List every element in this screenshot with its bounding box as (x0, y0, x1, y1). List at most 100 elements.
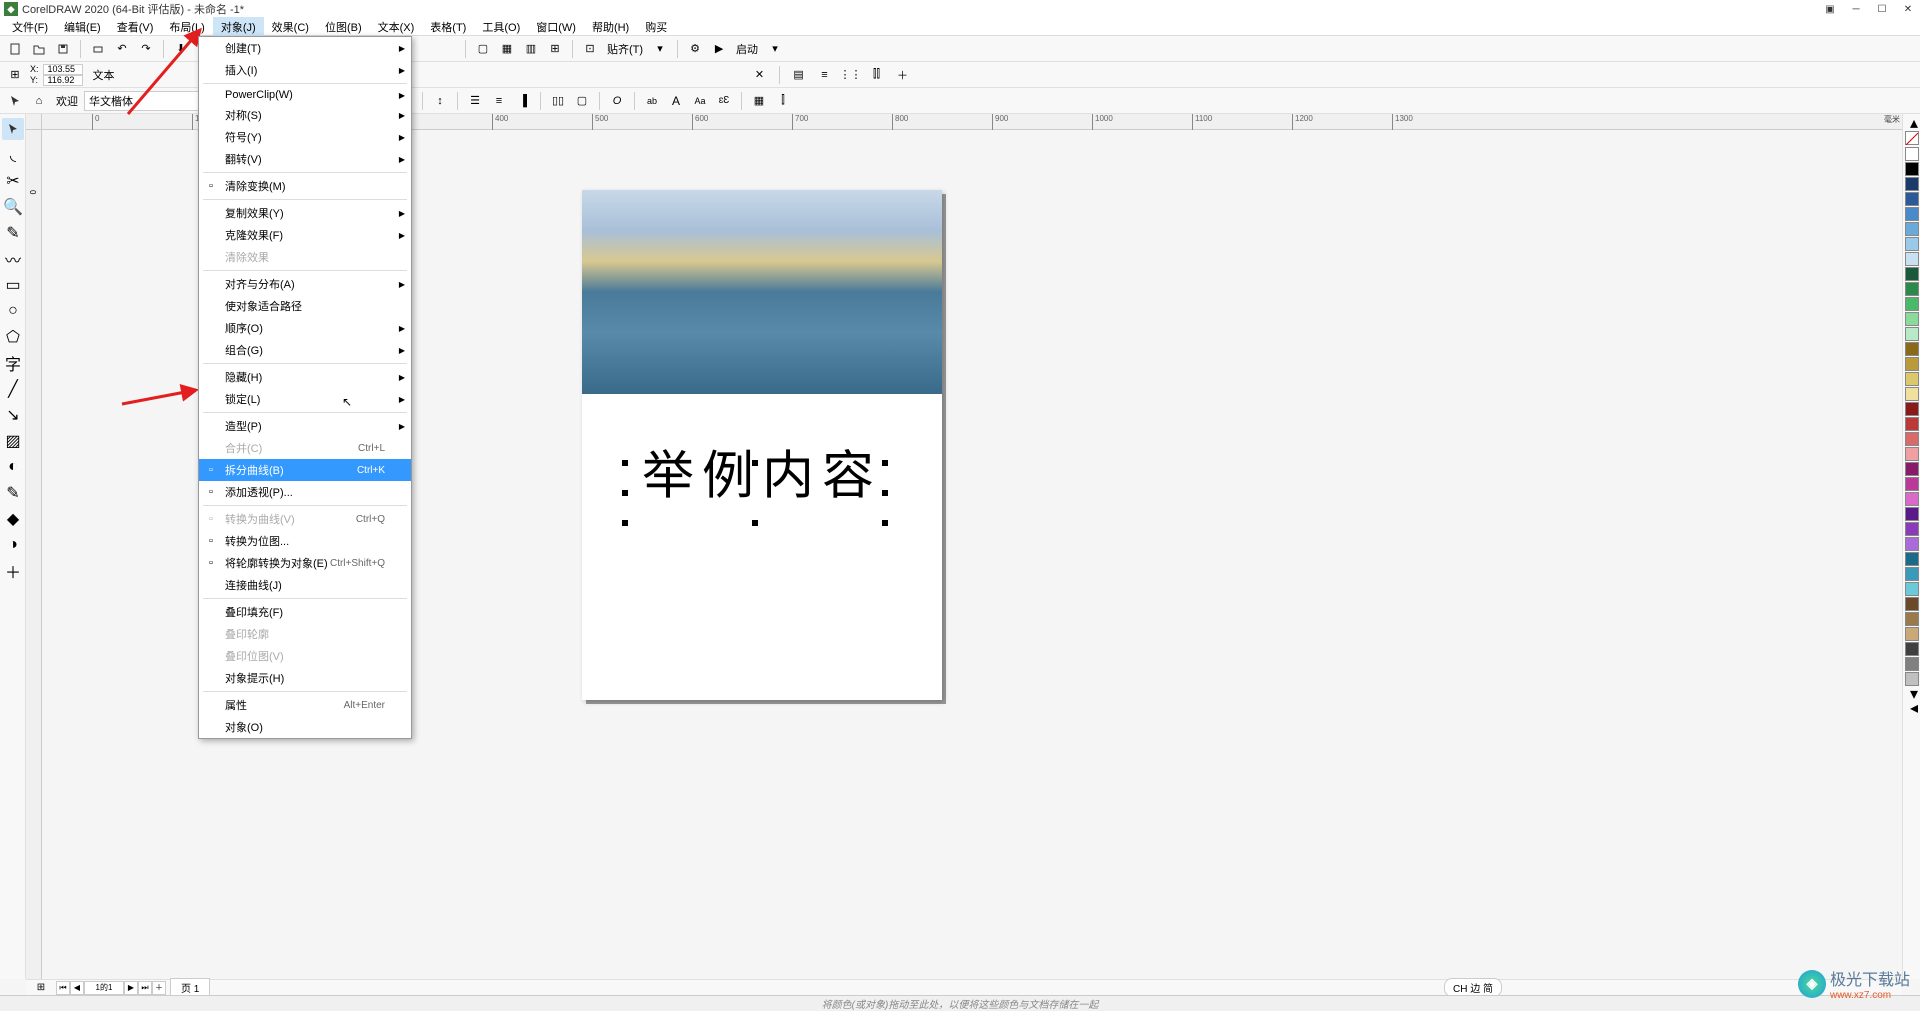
selection-handle[interactable] (882, 490, 888, 496)
menu-item-l[interactable]: 锁定(L)▶ (199, 388, 411, 410)
menu-item-y[interactable]: 复制效果(Y)▶ (199, 202, 411, 224)
open-button[interactable] (28, 38, 50, 60)
add-page-button[interactable]: ＋ (152, 981, 166, 995)
bullet-list-icon[interactable]: ☰ (464, 90, 486, 112)
prev-page-button[interactable]: ◀ (70, 981, 84, 995)
crop-tool[interactable]: ✂ (2, 170, 24, 192)
color-swatch[interactable] (1905, 567, 1919, 581)
menu-item-i[interactable]: 插入(I)▶ (199, 59, 411, 81)
color-swatch[interactable] (1905, 282, 1919, 296)
color-swatch[interactable] (1905, 642, 1919, 656)
color-swatch[interactable] (1905, 267, 1919, 281)
print-button[interactable] (87, 38, 109, 60)
freehand-tool[interactable]: ✎ (2, 222, 24, 244)
menu-item-p[interactable]: 造型(P)▶ (199, 415, 411, 437)
snap-button[interactable]: ⊞ (544, 38, 566, 60)
menu-help[interactable]: 帮助(H) (584, 17, 637, 37)
color-swatch[interactable] (1905, 537, 1919, 551)
color-swatch[interactable] (1905, 312, 1919, 326)
snap-dropdown[interactable]: 贴齐(T) (603, 41, 647, 57)
numbered-list-icon[interactable]: ≡ (488, 90, 510, 112)
smart-fill-tool[interactable]: ◑ (2, 534, 24, 556)
color-swatch[interactable] (1905, 297, 1919, 311)
color-swatch[interactable] (1905, 387, 1919, 401)
menu-item-a[interactable]: 对齐与分布(A)▶ (199, 273, 411, 295)
color-swatch[interactable] (1905, 192, 1919, 206)
parallel-dimension-tool[interactable]: ╱ (2, 378, 24, 400)
vertical-ruler[interactable]: 0 (26, 130, 42, 979)
sample-text-object[interactable]: 举例内容 (642, 433, 882, 508)
menu-item-j[interactable]: 连接曲线(J) (199, 574, 411, 596)
color-swatch[interactable] (1905, 597, 1919, 611)
launch-icon[interactable]: ▶ (708, 38, 730, 60)
vertical-text-icon[interactable]: ⫿ (772, 90, 794, 112)
color-swatch[interactable] (1905, 372, 1919, 386)
object-manager-icon[interactable]: ▤ (788, 64, 810, 86)
color-swatch[interactable] (1905, 612, 1919, 626)
spacing-icon[interactable]: ⋮⋮ (840, 64, 862, 86)
menu-item-h[interactable]: 对象提示(H) (199, 667, 411, 689)
menu-item-y[interactable]: 符号(Y)▶ (199, 126, 411, 148)
guides-settings-icon[interactable]: ⫿⫿ (866, 64, 888, 86)
color-swatch[interactable] (1905, 402, 1919, 416)
color-swatch[interactable] (1905, 237, 1919, 251)
selection-handle[interactable] (622, 520, 628, 526)
selection-handle[interactable] (882, 460, 888, 466)
color-swatch[interactable] (1905, 207, 1919, 221)
color-swatch[interactable] (1905, 507, 1919, 521)
menu-item-[interactable]: 属性Alt+Enter (199, 694, 411, 716)
grid-button[interactable]: ▦ (496, 38, 518, 60)
color-swatch[interactable] (1905, 627, 1919, 641)
menu-effects[interactable]: 效果(C) (264, 17, 317, 37)
menu-item-f[interactable]: 克隆效果(F)▶ (199, 224, 411, 246)
menu-item-o[interactable]: 对象(O) (199, 716, 411, 738)
text-frame-icon[interactable]: ▢ (571, 90, 593, 112)
window-extra-icon[interactable]: ▣ (1822, 2, 1838, 16)
ellipse-tool[interactable]: ○ (2, 300, 24, 322)
close-button[interactable]: ✕ (1900, 2, 1916, 16)
menu-item-o[interactable]: 顺序(O)▶ (199, 317, 411, 339)
color-swatch[interactable] (1905, 492, 1919, 506)
color-swatch[interactable] (1905, 477, 1919, 491)
color-swatch[interactable] (1905, 582, 1919, 596)
menu-item-h[interactable]: 隐藏(H)▶ (199, 366, 411, 388)
add-tool[interactable]: ＋ (2, 560, 24, 582)
ligature-icon[interactable]: ɛƐ (713, 90, 735, 112)
options-button[interactable]: ⚙ (684, 38, 706, 60)
polygon-tool[interactable]: ⬠ (2, 326, 24, 348)
menu-item-f[interactable]: 叠印填充(F) (199, 601, 411, 623)
menu-item-s[interactable]: 对称(S)▶ (199, 104, 411, 126)
menu-item-t[interactable]: 创建(T)▶ (199, 37, 411, 59)
full-screen-button[interactable]: ▢ (472, 38, 494, 60)
palette-flyout-arrow[interactable]: ◂ (1903, 701, 1920, 715)
text-orientation-icon[interactable]: ↕ (429, 90, 451, 112)
save-button[interactable] (52, 38, 74, 60)
document-page[interactable]: 举例内容 (582, 190, 942, 700)
menu-buy[interactable]: 购买 (637, 17, 675, 37)
color-swatch[interactable] (1905, 327, 1919, 341)
artistic-media-tool[interactable]: 〰 (2, 248, 24, 270)
selection-handle[interactable] (622, 460, 628, 466)
color-swatch[interactable] (1905, 177, 1919, 191)
connector-tool[interactable]: ↘ (2, 404, 24, 426)
shape-tool[interactable]: ◟ (2, 144, 24, 166)
color-swatch[interactable] (1905, 162, 1919, 176)
small-caps-icon[interactable]: Aa (689, 90, 711, 112)
selection-handle[interactable] (882, 520, 888, 526)
menu-item-v[interactable]: 翻转(V)▶ (199, 148, 411, 170)
ruler-corner[interactable] (26, 114, 42, 130)
menu-item-m[interactable]: 清除变换(M)▫ (199, 175, 411, 197)
close-doc-icon[interactable]: ✕ (749, 64, 771, 86)
drop-cap-icon[interactable]: A (665, 90, 687, 112)
menu-item-g[interactable]: 组合(G)▶ (199, 339, 411, 361)
color-swatch[interactable] (1905, 252, 1919, 266)
color-swatch[interactable] (1905, 342, 1919, 356)
menu-item-[interactable]: 转换为位图...▫ (199, 530, 411, 552)
last-page-button[interactable]: ⏭ (138, 981, 152, 995)
menu-window[interactable]: 窗口(W) (528, 17, 584, 37)
color-swatch[interactable] (1905, 462, 1919, 476)
launch-dropdown[interactable]: 启动 (732, 41, 762, 57)
indent-icon[interactable]: ▐ (512, 90, 534, 112)
color-eyedropper-tool[interactable]: ✎ (2, 482, 24, 504)
menu-item-e[interactable]: 将轮廓转换为对象(E)▫Ctrl+Shift+Q (199, 552, 411, 574)
